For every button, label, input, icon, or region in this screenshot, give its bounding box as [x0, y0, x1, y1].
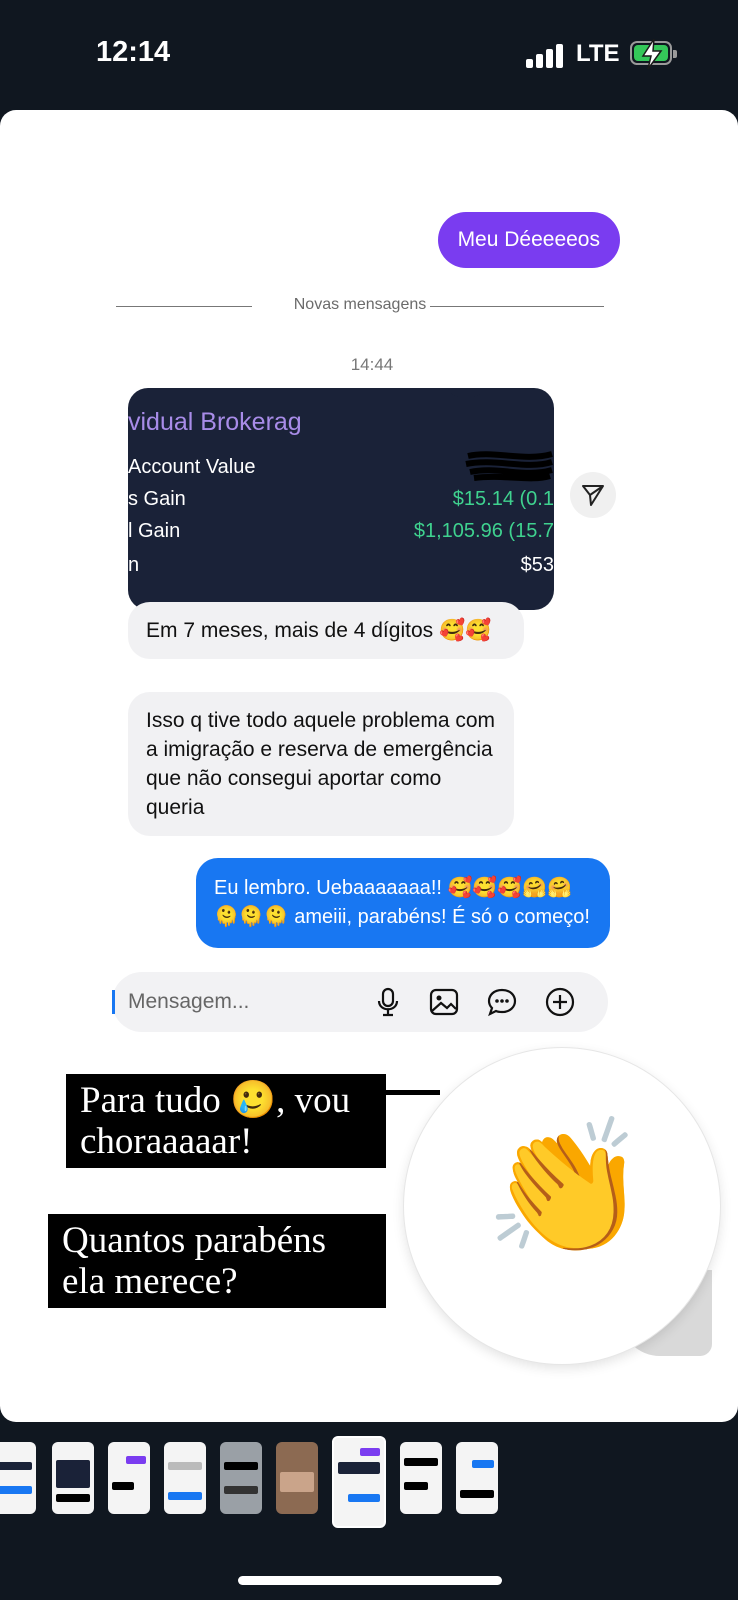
battery-icon — [630, 39, 677, 69]
message-timestamp: 14:44 — [350, 355, 394, 374]
story-thumbnail[interactable] — [108, 1442, 150, 1514]
brokerage-heading: vidual Brokerag — [128, 408, 302, 436]
message-input-placeholder[interactable]: Mensagem... — [128, 990, 249, 1014]
shared-brokerage-card[interactable]: vidual Brokerag Account Value s Gain $15… — [128, 388, 554, 610]
mic-icon[interactable] — [372, 986, 404, 1018]
story-thumbnails — [0, 1436, 738, 1536]
story-caption-1: Para tudo 🥲, vou choraaaaar! — [66, 1074, 386, 1168]
gain-value-2: $1,105.96 (15.7 — [413, 520, 554, 542]
sticker-icon[interactable] — [486, 986, 518, 1018]
story-thumbnail-active[interactable] — [332, 1436, 386, 1528]
story-thumbnail[interactable] — [52, 1442, 94, 1514]
redaction-scribble — [465, 451, 553, 482]
story-thumbnail[interactable] — [220, 1442, 262, 1514]
sent-message-bubble: Meu Déeeeeos — [437, 212, 620, 268]
story-caption-2: Quantos parabéns ela merece? — [48, 1214, 386, 1308]
story-thumbnail[interactable] — [456, 1442, 498, 1514]
received-message-bubble: Isso q tive todo aquele problema com a i… — [128, 692, 514, 836]
balance-label: n — [128, 554, 140, 576]
new-messages-divider: Novas mensagens — [116, 296, 604, 316]
story-thumbnail[interactable] — [164, 1442, 206, 1514]
balance-value: $53 — [520, 554, 554, 576]
chat-screenshot: Meu Déeeeeos Novas mensagens 14:44 vidua… — [112, 190, 632, 1050]
story-thumbnail[interactable] — [276, 1442, 318, 1514]
story-thumbnail[interactable] — [400, 1442, 442, 1514]
story-thumbnail[interactable] — [0, 1442, 36, 1514]
story-card: Meu Déeeeeos Novas mensagens 14:44 vidua… — [0, 110, 738, 1422]
connector-line — [380, 1090, 440, 1095]
gain-label-2: l Gain — [128, 520, 181, 542]
share-button[interactable] — [570, 472, 616, 518]
message-composer[interactable]: Mensagem... — [112, 972, 608, 1032]
account-value-label: Account Value — [128, 456, 256, 478]
gain-value-1: $15.14 (0.1 — [452, 488, 554, 510]
signal-icon — [526, 44, 564, 68]
status-time: 12:14 — [96, 36, 171, 68]
gain-label-1: s Gain — [128, 488, 186, 510]
gallery-icon[interactable] — [428, 986, 460, 1018]
home-indicator — [238, 1576, 502, 1585]
divider-label: Novas mensagens — [293, 296, 427, 313]
sent-reply-bubble: Eu lembro. Uebaaaaaaa!! 🥰🥰🥰🤗🤗🫠🫠🫠 ameiii,… — [196, 858, 610, 948]
plus-circle-icon[interactable] — [544, 986, 576, 1018]
clapping-hands-icon: 👏 — [484, 1114, 649, 1261]
send-icon — [582, 485, 604, 506]
received-message-bubble: Em 7 meses, mais de 4 dígitos 🥰🥰 — [128, 602, 524, 659]
network-label: LTE — [576, 40, 620, 67]
emoji-reaction-sticker[interactable]: 👏 — [404, 1048, 720, 1364]
